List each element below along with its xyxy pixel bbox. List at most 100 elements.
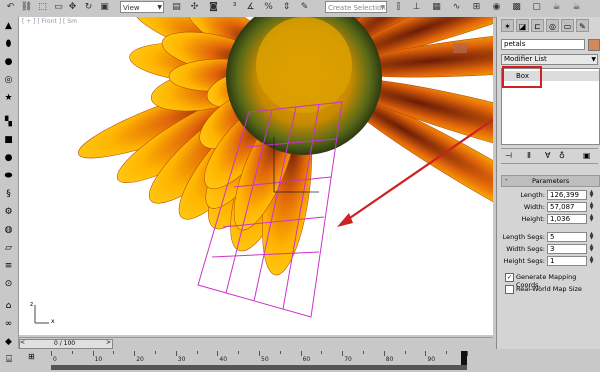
capsule-icon[interactable]: ⬬ [2, 170, 15, 183]
ruler-tick [196, 351, 198, 354]
ruler-tick-label: 40 [219, 356, 228, 363]
flower-disc [256, 17, 352, 113]
time-slider[interactable]: < 0 / 100 > [19, 339, 113, 349]
ruler-tick [238, 351, 240, 354]
torus-knot-icon[interactable]: ∞ [2, 318, 15, 331]
hedra-icon[interactable]: ◆ [2, 336, 15, 349]
make-unique-icon[interactable]: ∀ [545, 151, 550, 160]
width-spinner[interactable]: ▲ ▼ [589, 202, 594, 211]
track-ruler[interactable]: 0 10 20 30 40 50 60 70 80 90 [51, 351, 468, 363]
sphere-icon[interactable]: ● [2, 56, 15, 69]
length-segs-field[interactable]: 5 [547, 232, 587, 242]
undo-icon[interactable]: ↶ [4, 1, 17, 14]
viewport-label[interactable]: [ + ] [ Front ] [ Sm [22, 18, 77, 25]
hierarchy-tab-icon[interactable]: ⊏ [531, 19, 544, 32]
spring-icon[interactable]: § [2, 188, 15, 201]
checker-icon[interactable]: ▚ [2, 116, 15, 129]
link-icon[interactable]: ⛓ [20, 1, 33, 14]
pin-stack-icon[interactable]: ⊣ [505, 151, 512, 160]
render-frame-icon[interactable]: ▢ [530, 1, 543, 14]
stairs-icon[interactable]: ≡ [2, 260, 15, 273]
scale-icon[interactable]: ▣ [98, 1, 111, 14]
object-name-field[interactable]: petals [501, 39, 585, 50]
torus-icon[interactable]: ◎ [2, 74, 15, 87]
track-bar[interactable]: ⌸ ⊞ 0 10 20 30 40 50 60 70 80 90 [0, 349, 600, 372]
length-label: Length: [520, 191, 545, 199]
pivot-icon[interactable]: ▤ [170, 1, 183, 14]
width-segs-spinner[interactable]: ▲ ▼ [589, 244, 594, 253]
display-tab-icon[interactable]: ▭ [561, 19, 574, 32]
configure-sets-icon[interactable]: ▣ [583, 151, 591, 160]
modifier-list-dropdown[interactable]: Modifier List ▼ [501, 54, 598, 65]
select-manipulate-icon[interactable]: ✣ [188, 1, 201, 14]
angle-snap-icon[interactable]: ∡ [244, 1, 257, 14]
spinner-snap-icon[interactable]: ⇕ [280, 1, 293, 14]
real-world-checkbox[interactable] [505, 285, 514, 294]
create-tab-icon[interactable]: ✶ [501, 19, 514, 32]
box-icon[interactable]: ■ [2, 134, 15, 147]
selection-set-dropdown[interactable]: Create Selection Se▼ [325, 1, 387, 24]
length-segs-spinner[interactable]: ▲ ▼ [589, 232, 594, 241]
width-field[interactable]: 57,087 [547, 202, 587, 212]
curve-editor-icon[interactable]: ∿ [450, 1, 463, 14]
edit-named-selection-icon[interactable]: ✎ [298, 1, 311, 14]
ruler-tick [259, 351, 260, 356]
show-end-result-icon[interactable]: Ⅱ [527, 151, 531, 160]
height-segs-spinner[interactable]: ▲ ▼ [589, 256, 594, 265]
scene-object[interactable] [453, 43, 467, 53]
reference-coordinate-dropdown[interactable]: View ▼ [120, 1, 164, 13]
sphere-small-icon[interactable]: ● [2, 152, 15, 165]
ruler-tick [71, 351, 73, 354]
remove-modifier-icon[interactable]: ♁ [559, 151, 565, 160]
cylinder-icon[interactable]: ⬮ [2, 38, 15, 51]
width-segs-field[interactable]: 3 [547, 244, 587, 254]
pipe-icon[interactable]: ◍ [2, 224, 15, 237]
render-icon[interactable]: ☕ [570, 1, 583, 14]
render-setup-icon[interactable]: ▩ [510, 1, 523, 14]
key-filter-icon[interactable]: ⌸ [2, 351, 16, 369]
ruler-tick-label: 50 [261, 356, 269, 363]
plane-icon[interactable]: ▱ [2, 242, 15, 255]
select-icon[interactable]: ⬚ [36, 1, 49, 14]
ruler-tick [134, 351, 136, 356]
sunflower-render [19, 17, 493, 335]
star-icon[interactable]: ★ [2, 92, 15, 105]
motion-tab-icon[interactable]: ◎ [546, 19, 559, 32]
snap-icon[interactable]: ³ [228, 1, 241, 14]
time-slider-bar[interactable]: < 0 / 100 > [19, 337, 493, 349]
rotate-icon[interactable]: ↻ [82, 1, 95, 14]
height-segs-field[interactable]: 1 [547, 256, 587, 266]
axis-z-label: z [30, 301, 34, 308]
create-icon[interactable]: ▲ [2, 20, 15, 33]
move-icon[interactable]: ✥ [66, 1, 79, 14]
length-field[interactable]: 126,399 [547, 190, 587, 200]
teapot-icon[interactable]: ⌂ [2, 300, 15, 313]
ruler-tick-label: 60 [302, 356, 311, 363]
modify-tab-icon[interactable]: ◪ [516, 19, 529, 32]
parameters-rollout-header[interactable]: - Parameters [501, 175, 600, 187]
select-region-icon[interactable]: ▭ [52, 1, 65, 14]
height-spinner[interactable]: ▲ ▼ [589, 214, 594, 223]
track-bar-icon[interactable]: ⊞ [28, 352, 36, 361]
front-viewport[interactable]: [ + ] [ Front ] [ Sm z x [19, 17, 493, 335]
length-spinner[interactable]: ▲ ▼ [589, 190, 594, 199]
height-field[interactable]: 1,036 [547, 214, 587, 224]
time-slider-prev[interactable]: < [20, 339, 25, 346]
percent-snap-icon[interactable]: % [262, 1, 275, 14]
gear-icon[interactable]: ⚙ [2, 206, 15, 219]
layers-icon[interactable]: ▦ [430, 1, 443, 14]
left-command-toolbar: ▲ ⬮ ● ◎ ★ ▚ ■ ● ⬬ § ⚙ ◍ ▱ ≡ ⊙ ⌂ ∞ ◆ [0, 17, 19, 349]
utilities-tab-icon[interactable]: ✎ [576, 19, 589, 32]
tube-icon[interactable]: ⊙ [2, 278, 15, 291]
time-slider-next[interactable]: > [106, 339, 111, 346]
align-icon[interactable]: ⊥ [410, 1, 423, 14]
keyboard-shortcut-icon[interactable]: ◙ [207, 1, 220, 14]
ruler-tick [300, 351, 302, 356]
render-production-icon[interactable]: ☕ [550, 1, 563, 14]
schematic-view-icon[interactable]: ⊞ [470, 1, 483, 14]
mirror-icon[interactable]: ⫿ [392, 1, 405, 14]
material-editor-icon[interactable]: ◉ [490, 1, 503, 14]
object-color-swatch[interactable] [588, 39, 600, 51]
track-bar-keys[interactable] [51, 365, 467, 370]
generate-mapping-checkbox[interactable]: ✓ [505, 273, 514, 282]
